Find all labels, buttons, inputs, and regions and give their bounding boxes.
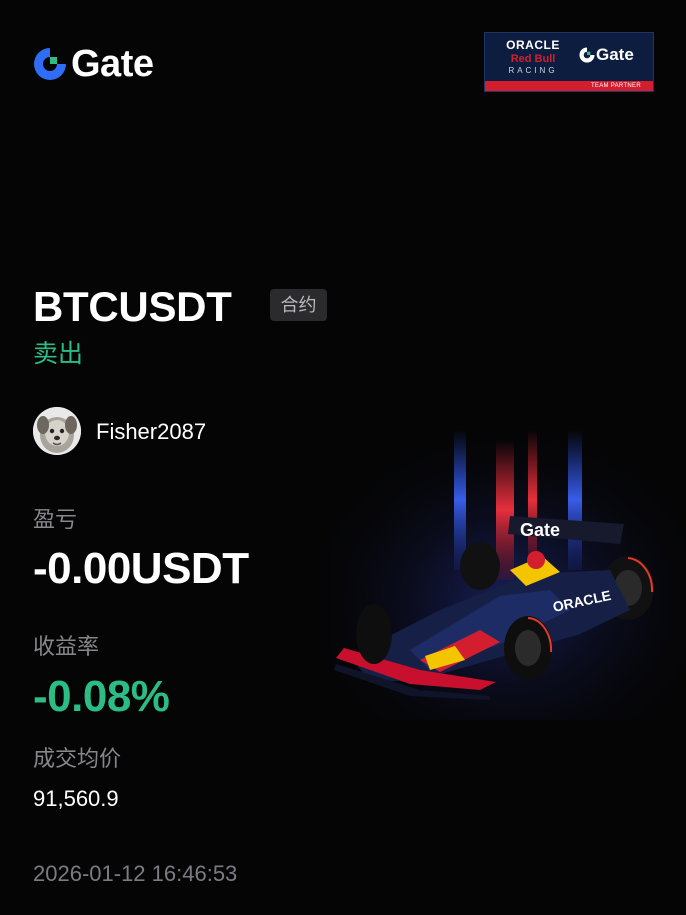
gate-small-logo-icon <box>579 47 595 63</box>
pnl-value: -0.00USDT <box>33 544 249 593</box>
share-card: Gate ORACLE Red Bull RACING Gate TEAM PA… <box>0 0 686 915</box>
username: Fisher2087 <box>96 419 207 444</box>
contract-type-badge: 合约 <box>270 289 327 321</box>
sponsor-partner-logo: Gate <box>579 45 634 65</box>
avatar <box>33 407 81 455</box>
trade-symbol: BTCUSDT <box>33 283 232 330</box>
avg-price-value: 91,560.9 <box>33 786 119 811</box>
sponsor-team-logo: ORACLE Red Bull RACING <box>491 39 575 76</box>
avg-price-label: 成交均价 <box>33 746 122 771</box>
car-wing-text: Gate <box>520 520 560 540</box>
dog-avatar-icon <box>33 407 81 455</box>
gate-logo-icon <box>34 48 66 80</box>
sponsor-partner-name: Gate <box>596 45 634 64</box>
trade-side: 卖出 <box>33 340 84 368</box>
roi-label: 收益率 <box>33 634 100 659</box>
f1-race-car-icon: Gate ORACLE <box>330 420 686 720</box>
sponsor-line-oracle: ORACLE <box>506 38 560 52</box>
brand-logo: Gate <box>33 43 154 85</box>
sponsor-line-racing: RACING <box>508 66 558 75</box>
pnl-label: 盈亏 <box>33 507 78 532</box>
timestamp: 2026-01-12 16:46:53 <box>33 861 238 886</box>
roi-value: -0.08% <box>33 672 170 721</box>
sponsor-line-redbull: Red Bull <box>510 53 556 65</box>
sponsor-strip: TEAM PARTNER <box>485 81 653 91</box>
brand-name: Gate <box>71 43 154 85</box>
sponsor-badge: ORACLE Red Bull RACING Gate TEAM PARTNER <box>484 32 654 92</box>
